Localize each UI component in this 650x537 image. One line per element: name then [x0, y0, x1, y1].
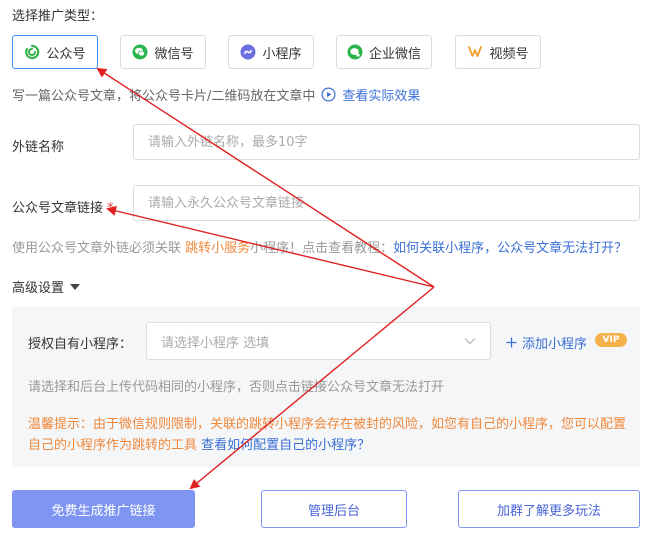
type-hint: 写一篇公众号文章，将公众号卡片/二维码放在文章中 查看实际效果	[12, 85, 420, 104]
tutorial-link[interactable]: 如何关联小程序，公众号文章无法打开？	[393, 241, 627, 256]
tip-highlight: 跳转小服务	[185, 241, 251, 256]
warm-tip: 温馨提示：由于微信规则限制，关联的跳转小程序会存在被封的风险，如您有自己的小程序…	[28, 414, 630, 456]
wechat-icon	[132, 44, 148, 60]
type-channels-button[interactable]: 视频号	[455, 35, 541, 69]
mini-program-icon	[240, 44, 256, 60]
article-url-label: 公众号文章链接 *	[12, 197, 114, 216]
mini-program-tip: 使用公众号文章外链必须关联 跳转小服务小程序！点击查看教程：如何关联小程序，公众…	[12, 237, 627, 256]
advanced-settings-label: 高级设置	[12, 281, 65, 296]
auth-mini-program-label: 授权自有小程序：	[28, 337, 133, 352]
type-label: 公众号	[46, 46, 86, 62]
advanced-settings-toggle[interactable]: 高级设置	[12, 277, 81, 296]
mini-program-note: 请选择和后台上传代码相同的小程序，否则点击链接公众号文章无法打开	[28, 380, 445, 395]
type-wechat-button[interactable]: 微信号	[120, 35, 206, 69]
add-mini-program-button[interactable]: 添加小程序	[506, 333, 587, 352]
play-icon[interactable]	[321, 87, 336, 102]
article-url-label-text: 公众号文章链接	[12, 201, 104, 216]
tip-middle: 小程序！点击查看教程：	[250, 241, 394, 256]
type-official-account-button[interactable]: 公众号	[12, 35, 98, 69]
section-title: 选择推广类型：	[12, 9, 104, 24]
generate-link-button[interactable]: 免费生成推广链接	[12, 490, 195, 528]
vip-badge: VIP	[595, 333, 627, 347]
chevron-down-icon	[464, 338, 476, 345]
link-name-input[interactable]	[133, 124, 640, 160]
type-label: 小程序	[262, 46, 302, 62]
type-label: 微信号	[154, 46, 194, 62]
article-url-input[interactable]	[133, 185, 640, 221]
plus-icon	[506, 337, 517, 348]
required-mark: *	[107, 201, 114, 216]
type-mini-program-button[interactable]: 小程序	[228, 35, 314, 69]
type-label: 企业微信	[368, 46, 421, 62]
select-placeholder: 请选择小程序 选填	[161, 335, 270, 351]
view-effect-link[interactable]: 查看实际效果	[342, 85, 420, 104]
tip-prefix: 使用公众号文章外链必须关联	[12, 241, 186, 256]
link-name-label: 外链名称	[12, 140, 65, 155]
caret-down-icon	[70, 283, 81, 290]
type-label: 视频号	[489, 46, 529, 62]
mini-program-select[interactable]: 请选择小程序 选填	[146, 322, 491, 360]
manage-backend-button[interactable]: 管理后台	[261, 490, 407, 528]
type-work-wechat-button[interactable]: 企业微信	[336, 35, 432, 69]
add-mini-program-label: 添加小程序	[522, 337, 588, 352]
official-account-icon	[25, 44, 40, 60]
join-group-button[interactable]: 加群了解更多玩法	[458, 490, 640, 528]
hint-text: 写一篇公众号文章，将公众号卡片/二维码放在文章中	[12, 89, 316, 104]
channels-icon	[468, 46, 483, 57]
configure-mini-program-link[interactable]: 查看如何配置自己的小程序？	[201, 438, 370, 453]
work-wechat-icon	[347, 44, 363, 60]
